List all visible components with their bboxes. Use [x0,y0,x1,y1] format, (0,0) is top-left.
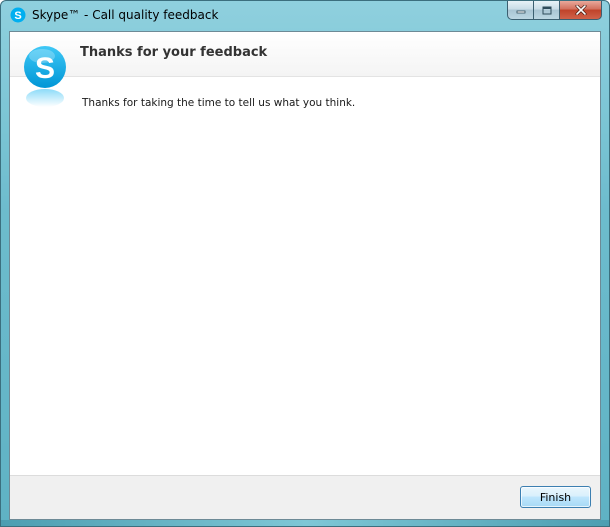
close-button[interactable] [559,1,602,20]
dialog-footer: Finish [10,475,600,519]
svg-text:S: S [14,10,21,22]
maximize-button[interactable] [533,1,559,20]
desktop-background [1,520,609,526]
caption-buttons [507,1,602,21]
dialog-content: Thanks for your feedback S Thanks for ta… [9,31,601,520]
finish-button[interactable]: Finish [520,486,591,508]
dialog-header: Thanks for your feedback [10,32,600,77]
maximize-icon [542,6,551,14]
skype-icon: S [10,7,26,23]
svg-text:S: S [35,52,55,85]
feedback-window: S Skype™ - Call quality feedback Thanks … [0,0,610,527]
feedback-message: Thanks for taking the time to tell us wh… [82,97,356,109]
window-title: Skype™ - Call quality feedback [32,8,219,22]
close-icon [575,5,586,15]
page-title: Thanks for your feedback [80,45,268,60]
minimize-button[interactable] [507,1,533,20]
skype-logo-icon: S [24,46,66,107]
minimize-icon [516,10,525,14]
title-bar[interactable]: S Skype™ - Call quality feedback [1,1,609,31]
